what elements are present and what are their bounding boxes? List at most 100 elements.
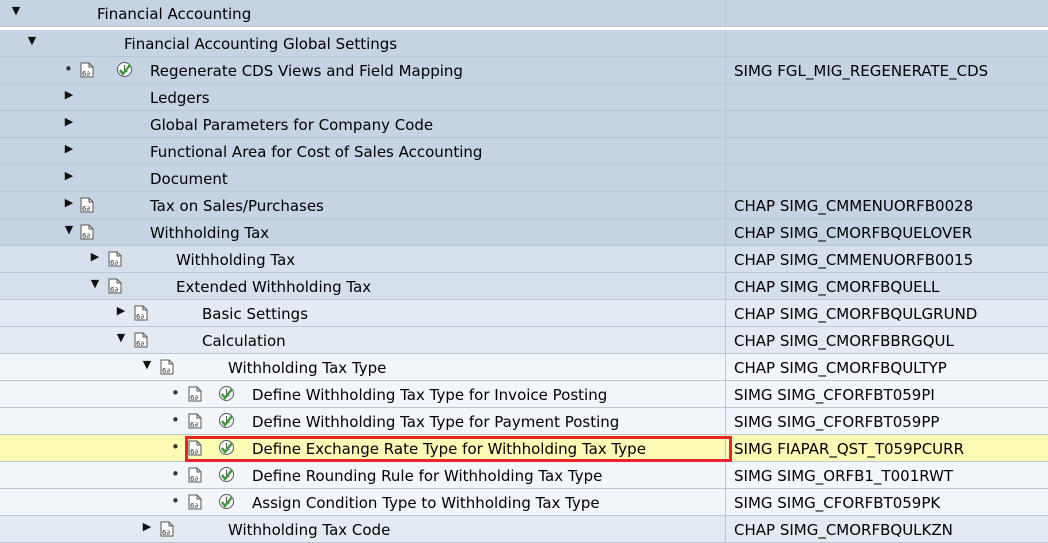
svg-text:6∂: 6∂ [82,205,90,213]
svg-text:6∂: 6∂ [190,502,198,510]
technical-name: SIMG SIMG_ORFB1_T001RWT [734,467,954,485]
collapsed-arrow-icon[interactable]: ▶ [141,520,153,533]
svg-text:6∂: 6∂ [190,421,198,429]
svg-text:6∂: 6∂ [110,259,118,267]
expanded-arrow-icon[interactable]: ▼ [63,223,75,236]
svg-text:6∂: 6∂ [136,313,144,321]
document-icon[interactable]: 6∂ [134,332,148,348]
technical-name: CHAP SIMG_CMORFBBRGQUL [734,332,954,350]
leaf-bullet-icon: • [171,438,180,456]
tree-node-regenerate-cds[interactable]: • 6∂ Regenerate CDS Views and Field Mapp… [0,57,1048,84]
technical-name: CHAP SIMG_CMORFBQULKZN [734,521,953,539]
document-icon[interactable]: 6∂ [80,224,94,240]
collapsed-arrow-icon[interactable]: ▶ [115,304,127,317]
tree-node-assign-condition-type[interactable]: • 6∂ Assign Condition Type to Withholdin… [0,489,1048,516]
expanded-arrow-icon[interactable]: ▼ [26,34,38,47]
document-icon[interactable]: 6∂ [160,521,174,537]
document-icon[interactable]: 6∂ [188,494,202,510]
tree-node-withholding-tax-sub[interactable]: ▶ 6∂ Withholding Tax CHAP SIMG_CMMENUORF… [0,246,1048,273]
node-label: Calculation [202,332,286,350]
node-label: Define Withholding Tax Type for Payment … [252,413,620,431]
tree-node-global-settings[interactable]: ▼ Financial Accounting Global Settings [0,30,1048,57]
collapsed-arrow-icon[interactable]: ▶ [63,88,75,101]
technical-name: SIMG FIAPAR_QST_T059PCURR [734,440,964,458]
collapsed-arrow-icon[interactable]: ▶ [63,169,75,182]
document-icon[interactable]: 6∂ [188,386,202,402]
node-label: Financial Accounting [97,5,252,23]
technical-name: CHAP SIMG_CMORFBQUELL [734,278,940,296]
node-label: Global Parameters for Company Code [150,116,434,134]
tree-node-extended-withholding-tax[interactable]: ▼ 6∂ Extended Withholding Tax CHAP SIMG_… [0,273,1048,300]
node-label: Withholding Tax [150,224,270,242]
leaf-bullet-icon: • [171,411,180,429]
collapsed-arrow-icon[interactable]: ▶ [63,142,75,155]
technical-name: CHAP SIMG_CMORFBQULTYP [734,359,947,377]
node-label: Basic Settings [202,305,309,323]
document-icon[interactable]: 6∂ [108,278,122,294]
node-label: Financial Accounting Global Settings [124,35,398,53]
tree-node-define-wht-invoice[interactable]: • 6∂ Define Withholding Tax Type for Inv… [0,381,1048,408]
technical-name: SIMG SIMG_CFORFBT059PI [734,386,935,404]
node-label: Assign Condition Type to Withholding Tax… [252,494,600,512]
collapsed-arrow-icon[interactable]: ▶ [63,196,75,209]
document-icon[interactable]: 6∂ [108,251,122,267]
node-label: Tax on Sales/Purchases [150,197,324,215]
node-label: Define Withholding Tax Type for Invoice … [252,386,608,404]
node-label: Extended Withholding Tax [176,278,372,296]
svg-text:6∂: 6∂ [190,475,198,483]
svg-text:6∂: 6∂ [110,286,118,294]
expanded-arrow-icon[interactable]: ▼ [141,358,153,371]
tree-node-financial-accounting[interactable]: ▼ Financial Accounting [0,0,1048,27]
leaf-bullet-icon: • [171,492,180,510]
technical-name: CHAP SIMG_CMMENUORFB0015 [734,251,974,269]
execute-icon[interactable] [218,466,235,483]
tree-node-define-rounding-rule[interactable]: • 6∂ Define Rounding Rule for Withholdin… [0,462,1048,489]
tree-node-withholding-tax-code[interactable]: ▶ 6∂ Withholding Tax Code CHAP SIMG_CMOR… [0,516,1048,543]
technical-name: SIMG SIMG_CFORFBT059PK [734,494,941,512]
tree-node-tax-on-sales[interactable]: ▶ 6∂ Tax on Sales/Purchases CHAP SIMG_CM… [0,192,1048,219]
tree-node-global-parameters[interactable]: ▶ Global Parameters for Company Code [0,111,1048,138]
expanded-arrow-icon[interactable]: ▼ [89,277,101,290]
tree-node-basic-settings[interactable]: ▶ 6∂ Basic Settings CHAP SIMG_CMORFBQULG… [0,300,1048,327]
leaf-bullet-icon: • [64,60,73,78]
document-icon[interactable]: 6∂ [80,197,94,213]
technical-name: SIMG SIMG_CFORFBT059PP [734,413,940,431]
execute-icon[interactable] [218,385,235,402]
node-label: Define Rounding Rule for Withholding Tax… [252,467,603,485]
svg-text:6∂: 6∂ [190,394,198,402]
document-icon[interactable]: 6∂ [134,305,148,321]
technical-name: CHAP SIMG_CMORFBQUELOVER [734,224,973,242]
tree-node-document[interactable]: ▶ Document [0,165,1048,192]
document-icon[interactable]: 6∂ [80,62,94,78]
tree-node-withholding-tax[interactable]: ▼ 6∂ Withholding Tax CHAP SIMG_CMORFBQUE… [0,219,1048,246]
execute-icon[interactable] [218,493,235,510]
expanded-arrow-icon[interactable]: ▼ [10,4,22,17]
execute-icon[interactable] [116,61,133,78]
tree-node-withholding-tax-type[interactable]: ▼ 6∂ Withholding Tax Type CHAP SIMG_CMOR… [0,354,1048,381]
document-icon[interactable]: 6∂ [160,359,174,375]
node-label: Functional Area for Cost of Sales Accoun… [150,143,483,161]
tree-node-functional-area[interactable]: ▶ Functional Area for Cost of Sales Acco… [0,138,1048,165]
technical-name: CHAP SIMG_CMMENUORFB0028 [734,197,974,215]
img-structure-tree: ▼ Financial Accounting ▼ Financial Accou… [0,0,1048,543]
svg-text:6∂: 6∂ [82,70,90,78]
expanded-arrow-icon[interactable]: ▼ [115,331,127,344]
document-icon[interactable]: 6∂ [188,467,202,483]
node-label: Ledgers [150,89,210,107]
document-icon[interactable]: 6∂ [188,413,202,429]
tree-node-define-wht-payment[interactable]: • 6∂ Define Withholding Tax Type for Pay… [0,408,1048,435]
svg-text:6∂: 6∂ [82,232,90,240]
node-label: Regenerate CDS Views and Field Mapping [150,62,463,80]
leaf-bullet-icon: • [171,465,180,483]
leaf-bullet-icon: • [171,384,180,402]
tree-node-ledgers[interactable]: ▶ Ledgers [0,84,1048,111]
collapsed-arrow-icon[interactable]: ▶ [89,250,101,263]
node-label: Withholding Tax Type [228,359,387,377]
collapsed-arrow-icon[interactable]: ▶ [63,115,75,128]
svg-text:6∂: 6∂ [136,340,144,348]
execute-icon[interactable] [218,412,235,429]
technical-name: SIMG FGL_MIG_REGENERATE_CDS [734,62,989,80]
svg-text:6∂: 6∂ [162,529,170,537]
tree-node-calculation[interactable]: ▼ 6∂ Calculation CHAP SIMG_CMORFBBRGQUL [0,327,1048,354]
node-label: Withholding Tax Code [228,521,391,539]
